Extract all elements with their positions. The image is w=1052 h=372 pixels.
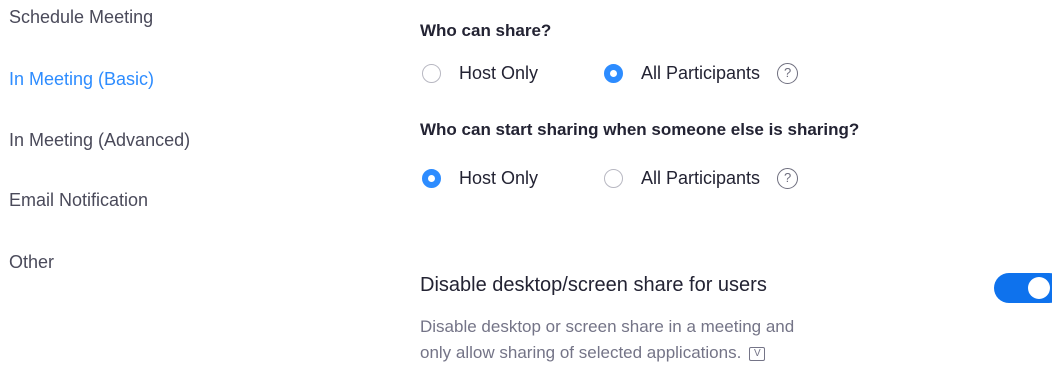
who-can-start-sharing-options: Host Only All Participants ? [422,165,799,191]
question-circle-icon[interactable]: ? [777,167,799,189]
who-can-start-sharing-title: Who can start sharing when someone else … [420,120,860,139]
settings-main: Who can share? Host Only All Participant… [420,0,1052,372]
who-can-start-host-only-option[interactable]: Host Only [422,168,604,189]
radio-label: Host Only [459,62,539,83]
toggle-knob [1028,277,1050,299]
settings-page: Schedule Meeting In Meeting (Basic) In M… [0,0,1052,372]
sidebar-item-schedule-meeting[interactable]: Schedule Meeting [9,7,153,28]
who-can-share-all-participants-radio[interactable] [604,63,623,83]
who-can-share-host-only-option[interactable]: Host Only [422,63,604,84]
sidebar-item-other[interactable]: Other [9,252,54,273]
who-can-share-host-only-radio[interactable] [422,63,441,83]
radio-label: All Participants [641,62,761,83]
who-can-share-all-participants-option[interactable]: All Participants [604,63,760,84]
disable-screen-share-description: Disable desktop or screen share in a mee… [420,314,800,366]
version-badge-icon[interactable]: V [749,346,766,361]
question-circle-icon[interactable]: ? [777,62,799,84]
sidebar-item-email-notification[interactable]: Email Notification [9,190,148,211]
who-can-start-all-participants-option[interactable]: All Participants [604,168,760,189]
sidebar-item-in-meeting-basic[interactable]: In Meeting (Basic) [9,69,154,90]
who-can-start-all-participants-radio[interactable] [604,168,623,188]
who-can-share-options: Host Only All Participants ? [422,60,799,86]
description-text: Disable desktop or screen share in a mee… [420,317,795,362]
who-can-share-title: Who can share? [420,21,552,40]
disable-screen-share-toggle[interactable] [994,273,1052,303]
sidebar-item-in-meeting-advanced[interactable]: In Meeting (Advanced) [9,130,190,151]
disable-screen-share-title: Disable desktop/screen share for users [420,274,767,296]
settings-sidebar: Schedule Meeting In Meeting (Basic) In M… [0,0,300,372]
who-can-start-host-only-radio[interactable] [422,168,441,188]
radio-label: Host Only [459,167,539,188]
radio-label: All Participants [641,167,761,188]
